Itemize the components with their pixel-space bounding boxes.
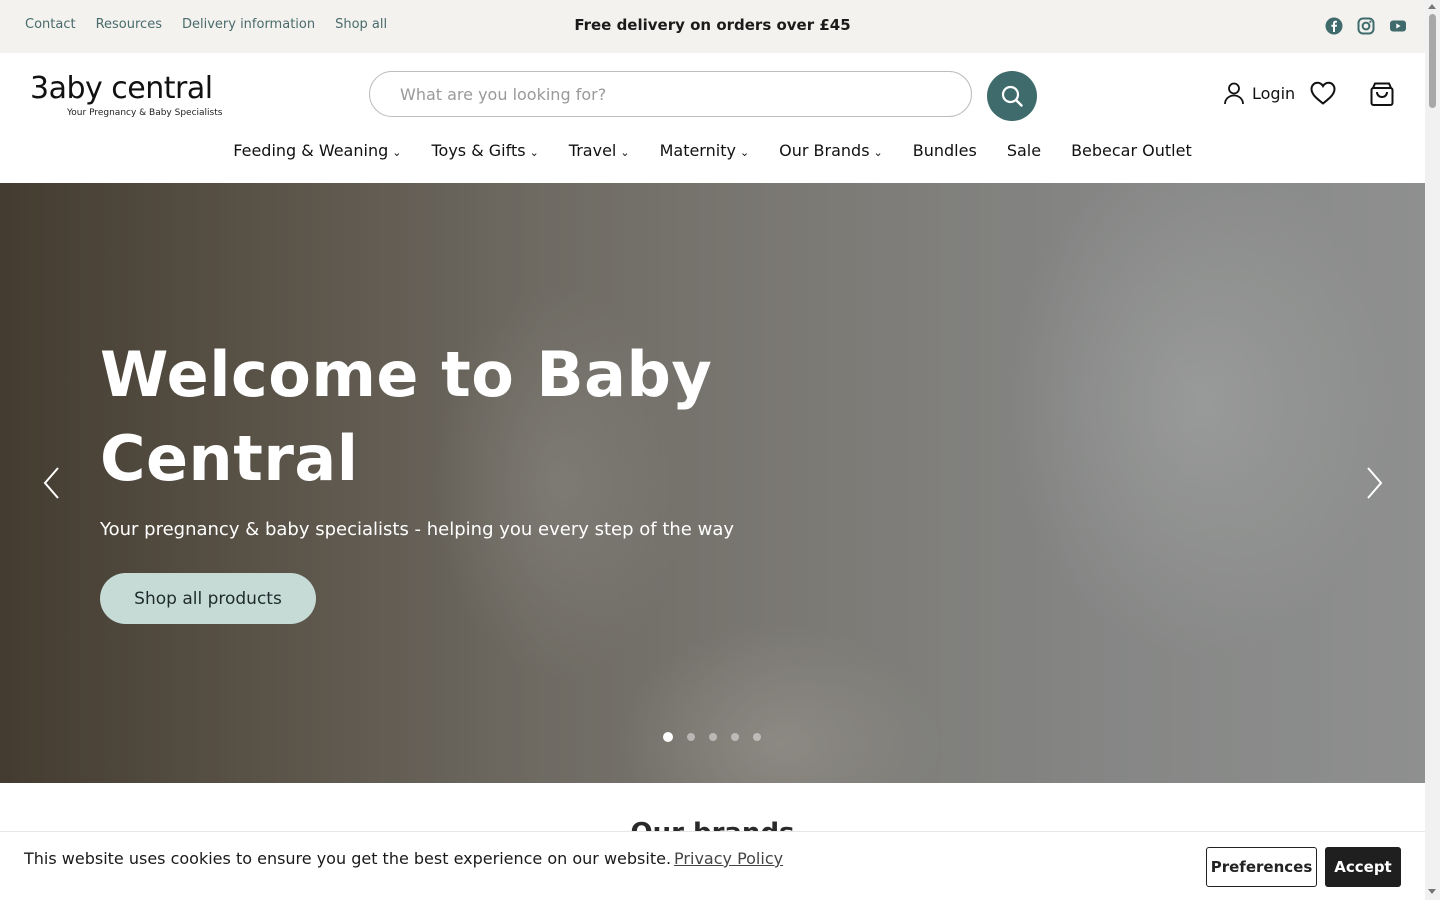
nav-label: Bebecar Outlet (1071, 141, 1192, 160)
nav-maternity[interactable]: Maternity ⌄ (660, 141, 750, 160)
search-icon (1001, 85, 1023, 107)
shop-all-products-button[interactable]: Shop all products (100, 573, 316, 624)
logo-wordmark: 3aby central (30, 71, 213, 106)
nav-bundles[interactable]: Bundles (913, 141, 977, 160)
search-box (369, 71, 972, 117)
scroll-up-arrow[interactable] (1428, 4, 1436, 9)
cookie-banner: This website uses cookies to ensure you … (0, 831, 1425, 900)
nav-label: Maternity (659, 141, 736, 160)
chevron-right-icon (1367, 467, 1383, 499)
social-links (1325, 17, 1407, 35)
announcement-bar: Contact Resources Delivery information S… (0, 0, 1425, 53)
page-scrollbar[interactable] (1425, 0, 1440, 900)
cookie-accept-button[interactable]: Accept (1325, 847, 1401, 887)
next-slide-button[interactable] (1358, 465, 1388, 501)
wishlist-button[interactable] (1309, 80, 1337, 110)
main-navigation: Feeding & Weaning ⌄ Toys & Gifts ⌄ Travel ⌄… (0, 141, 1425, 160)
chevron-down-icon: ⌄ (873, 146, 883, 159)
slide-dot-1[interactable] (663, 732, 673, 742)
logo-tagline: Your Pregnancy & Baby Specialists (67, 108, 223, 118)
chevron-down-icon: ⌄ (739, 146, 750, 159)
slide-pagination (663, 732, 761, 742)
nav-sale[interactable]: Sale (1007, 141, 1041, 160)
slide-dot-4[interactable] (731, 733, 739, 741)
cookie-message: This website uses cookies to ensure you … (24, 849, 783, 868)
baby-central-logo[interactable]: 3aby central Your Pregnancy & Baby Speci… (30, 67, 235, 123)
hero-title: Welcome to Baby Central (100, 338, 713, 495)
previous-slide-button[interactable] (38, 465, 68, 501)
privacy-policy-link[interactable]: Privacy Policy (674, 849, 783, 868)
nav-travel[interactable]: Travel ⌄ (569, 141, 630, 160)
cookie-text: This website uses cookies to ensure you … (24, 849, 672, 868)
chevron-left-icon (43, 467, 59, 499)
nav-feeding-weaning[interactable]: Feeding & Weaning ⌄ (233, 141, 401, 160)
login-label: Login (1252, 83, 1296, 103)
nav-label: Bundles (912, 141, 977, 160)
instagram-icon[interactable] (1357, 17, 1375, 35)
chevron-down-icon: ⌄ (529, 146, 539, 159)
nav-label: Our Brands (779, 141, 870, 160)
nav-our-brands[interactable]: Our Brands ⌄ (779, 141, 883, 160)
slide-dot-5[interactable] (753, 733, 761, 741)
search-input[interactable] (370, 72, 971, 116)
search-button[interactable] (987, 71, 1037, 121)
chevron-down-icon: ⌄ (392, 146, 402, 159)
slide-dot-2[interactable] (687, 733, 695, 741)
scroll-down-arrow[interactable] (1428, 889, 1436, 894)
cookie-preferences-button[interactable]: Preferences (1206, 847, 1317, 887)
nav-label: Feeding & Weaning (233, 141, 389, 160)
nav-toys-gifts[interactable]: Toys & Gifts ⌄ (431, 141, 538, 160)
slide-dot-3[interactable] (709, 733, 717, 741)
hero-slideshow: Welcome to Baby Central Your pregnancy &… (0, 183, 1425, 783)
hero-subtitle: Your pregnancy & baby specialists - help… (100, 519, 734, 540)
nav-label: Travel (568, 141, 617, 160)
scrollbar-thumb[interactable] (1429, 14, 1436, 108)
nav-label: Sale (1006, 141, 1042, 160)
shopping-bag-icon (1370, 82, 1394, 106)
free-delivery-promo: Free delivery on orders over £45 (574, 16, 851, 34)
nav-label: Toys & Gifts (431, 141, 526, 160)
site-header: 3aby central Your Pregnancy & Baby Speci… (0, 53, 1425, 183)
chevron-down-icon: ⌄ (620, 146, 630, 159)
cart-button[interactable] (1368, 80, 1396, 112)
heart-icon (1310, 81, 1336, 105)
login-button[interactable]: Login (1222, 81, 1295, 105)
facebook-icon[interactable] (1325, 17, 1343, 35)
youtube-icon[interactable] (1389, 17, 1407, 35)
user-icon (1224, 82, 1244, 105)
nav-bebecar-outlet[interactable]: Bebecar Outlet (1071, 141, 1192, 160)
